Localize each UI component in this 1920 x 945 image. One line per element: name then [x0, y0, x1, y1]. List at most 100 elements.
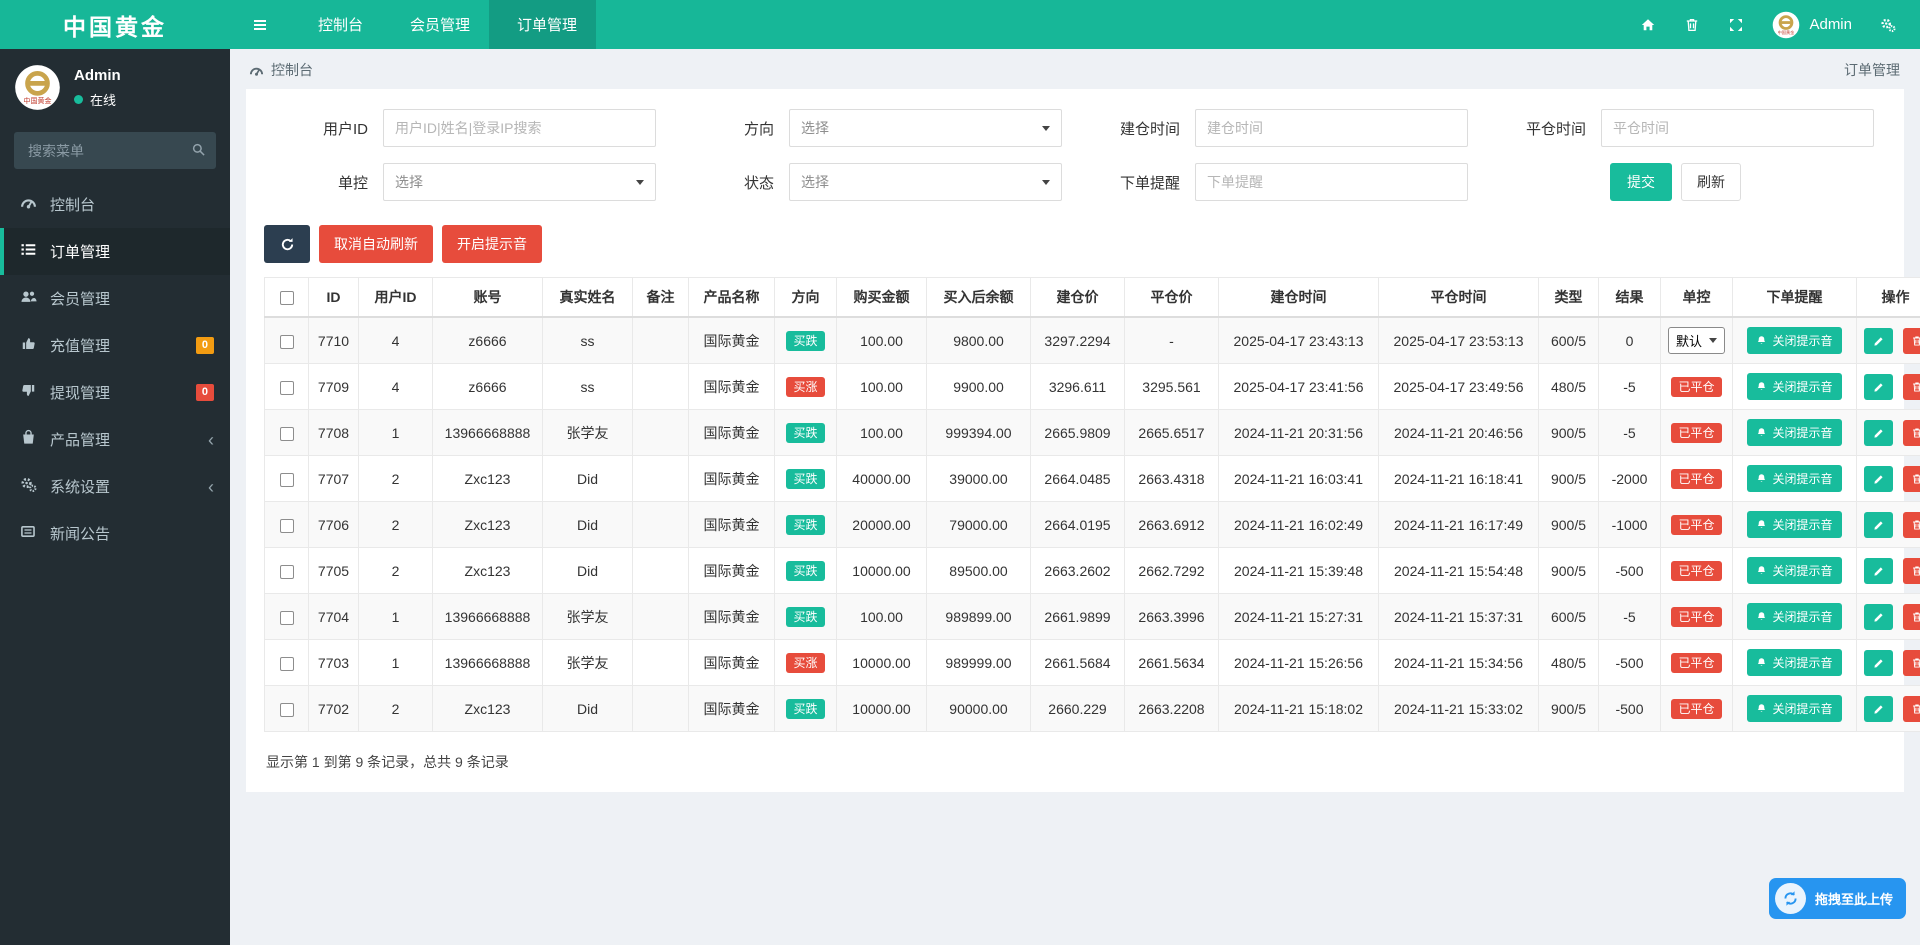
cell-real-name: 张学友	[542, 409, 633, 456]
status-select[interactable]: 选择	[789, 163, 1062, 201]
row-checkbox[interactable]	[279, 472, 294, 487]
nav-item-members[interactable]: 会员管理	[382, 0, 489, 49]
sidebar-item-console[interactable]: 控制台	[0, 181, 230, 228]
sidebar-item-orders[interactable]: 订单管理	[0, 228, 230, 275]
breadcrumb-left[interactable]: 控制台	[271, 60, 313, 80]
cell-id: 7702	[308, 685, 359, 732]
refresh-icon	[280, 237, 295, 252]
direction-select[interactable]: 选择	[789, 109, 1062, 147]
delete-button[interactable]	[1902, 373, 1920, 400]
control-select[interactable]: 选择	[383, 163, 656, 201]
settings-icon[interactable]	[1880, 17, 1896, 33]
cell-reminder: 关闭提示音	[1732, 685, 1857, 732]
delete-button[interactable]	[1902, 419, 1920, 446]
submit-button[interactable]: 提交	[1610, 163, 1672, 201]
open-time-input[interactable]	[1195, 109, 1468, 147]
close-sound-button[interactable]: 关闭提示音	[1747, 649, 1842, 676]
upload-dropzone[interactable]: 拖拽至此上传	[1768, 878, 1906, 919]
breadcrumb: 控制台 订单管理	[230, 49, 1920, 89]
edit-button[interactable]	[1864, 695, 1893, 722]
cell-type: 600/5	[1538, 593, 1599, 640]
user-menu[interactable]: 中国黄金 Admin	[1772, 11, 1852, 39]
cell-open-price: 3297.2294	[1030, 316, 1125, 364]
edit-button[interactable]	[1864, 327, 1893, 354]
order-reminder-input[interactable]	[1195, 163, 1468, 201]
delete-button[interactable]	[1902, 603, 1920, 630]
nav-item-orders[interactable]: 订单管理	[489, 0, 597, 49]
cell-type: 600/5	[1538, 316, 1599, 364]
cancel-auto-refresh-button[interactable]: 取消自动刷新	[319, 225, 433, 263]
cell-type: 900/5	[1538, 547, 1599, 594]
close-sound-button[interactable]: 关闭提示音	[1747, 557, 1842, 584]
cell-direction: 买跌	[774, 501, 837, 548]
edit-button[interactable]	[1864, 511, 1893, 538]
cell-control: 已平仓	[1660, 455, 1733, 502]
sidebar-toggle[interactable]	[230, 0, 290, 49]
enable-sound-button[interactable]: 开启提示音	[442, 225, 542, 263]
row-checkbox[interactable]	[279, 518, 294, 533]
col-2: 用户ID	[358, 277, 433, 318]
close-sound-button[interactable]: 关闭提示音	[1747, 327, 1842, 354]
trash-icon	[1911, 381, 1920, 393]
fullscreen-icon[interactable]	[1728, 17, 1744, 33]
delete-button[interactable]	[1902, 695, 1920, 722]
table-row: 7710 4 z6666 ss 国际黄金 买跌 100.00 9800.00 3…	[264, 316, 1920, 364]
edit-button[interactable]	[1864, 603, 1893, 630]
cell-balance-after: 999394.00	[926, 409, 1031, 456]
refresh-button[interactable]: 刷新	[1681, 163, 1741, 201]
user-id-input[interactable]	[383, 109, 656, 147]
sidebar-item-members[interactable]: 会员管理	[0, 275, 230, 322]
closed-badge: 已平仓	[1671, 698, 1722, 719]
close-sound-button[interactable]: 关闭提示音	[1747, 603, 1842, 630]
sidebar-item-products[interactable]: 产品管理 ‹	[0, 416, 230, 463]
row-checkbox[interactable]	[279, 610, 294, 625]
delete-button[interactable]	[1902, 465, 1920, 492]
reload-table-button[interactable]	[264, 225, 310, 263]
sidebar-item-withdraw[interactable]: 提现管理 0	[0, 369, 230, 416]
search-icon[interactable]	[191, 142, 206, 157]
select-all-checkbox[interactable]	[279, 291, 294, 306]
direction-badge: 买跌	[786, 422, 825, 443]
nav-item-console[interactable]: 控制台	[290, 0, 382, 49]
cell-open-time: 2024-11-21 16:03:41	[1218, 455, 1379, 502]
edit-button[interactable]	[1864, 649, 1893, 676]
close-time-input[interactable]	[1601, 109, 1874, 147]
pencil-icon	[1873, 473, 1885, 485]
close-sound-button[interactable]: 关闭提示音	[1747, 419, 1842, 446]
cell-control: 已平仓	[1660, 363, 1733, 410]
row-checkbox[interactable]	[279, 564, 294, 579]
cell-balance-after: 79000.00	[926, 501, 1031, 548]
row-checkbox[interactable]	[279, 380, 294, 395]
sidebar-item-news[interactable]: 新闻公告	[0, 510, 230, 557]
row-checkbox[interactable]	[279, 656, 294, 671]
row-checkbox[interactable]	[279, 334, 294, 349]
edit-button[interactable]	[1864, 419, 1893, 446]
table-header-row: ID 用户ID 账号 真实姓名 备注 产品名称 方向 购买金额 买入后余额 建仓价 平仓价 建仓时间平…	[264, 277, 1920, 318]
avatar[interactable]: 中国黄金	[14, 64, 61, 111]
close-sound-button[interactable]: 关闭提示音	[1747, 511, 1842, 538]
sidebar-item-settings[interactable]: 系统设置 ‹	[0, 463, 230, 510]
col-17: 下单提醒	[1732, 277, 1857, 318]
cell-close-price: 2661.5634	[1124, 639, 1219, 686]
sidebar-item-recharge[interactable]: 充值管理 0	[0, 322, 230, 369]
row-checkbox[interactable]	[279, 702, 294, 717]
edit-button[interactable]	[1864, 557, 1893, 584]
delete-button[interactable]	[1902, 557, 1920, 584]
close-sound-button[interactable]: 关闭提示音	[1747, 465, 1842, 492]
row-control-select[interactable]: 默认	[1667, 327, 1725, 354]
delete-button[interactable]	[1902, 649, 1920, 676]
delete-button[interactable]	[1902, 511, 1920, 538]
home-icon[interactable]	[1640, 17, 1656, 33]
edit-button[interactable]	[1864, 373, 1893, 400]
close-sound-button[interactable]: 关闭提示音	[1747, 373, 1842, 400]
search-input[interactable]	[14, 132, 216, 169]
row-checkbox[interactable]	[279, 426, 294, 441]
close-sound-button[interactable]: 关闭提示音	[1747, 695, 1842, 722]
edit-button[interactable]	[1864, 465, 1893, 492]
closed-badge: 已平仓	[1671, 606, 1722, 627]
count-badge: 0	[195, 336, 214, 355]
delete-button[interactable]	[1902, 327, 1920, 354]
col-3: 账号	[432, 277, 543, 318]
trash-icon[interactable]	[1684, 17, 1700, 33]
brand-logo[interactable]: 中国黄金	[0, 0, 230, 49]
